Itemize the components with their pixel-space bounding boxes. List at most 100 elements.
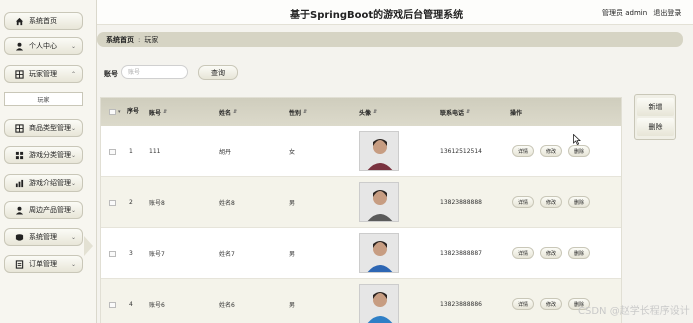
table-row: 4 账号6 姓名6 男 13823888886 详情 修改 删除	[101, 279, 621, 323]
top-header: 基于SpringBoot的游戏后台管理系统 管理员 admin 退出登录	[97, 0, 693, 25]
detail-button[interactable]: 详情	[512, 196, 534, 208]
sidebar-item-game-category[interactable]: 游戏分类管理 ⌄	[4, 146, 83, 164]
sidebar-item-profile[interactable]: 个人中心 ⌄	[4, 37, 83, 55]
cell-phone: 13823888888	[440, 199, 482, 206]
sidebar-item-label: 玩家管理	[29, 70, 57, 78]
sidebar-item-game-intro[interactable]: 游戏介绍管理 ⌄	[4, 174, 83, 192]
cell-name: 姓名8	[219, 200, 235, 207]
edit-button[interactable]: 修改	[540, 196, 562, 208]
header-name-label: 姓名	[219, 109, 232, 117]
grid-icon	[15, 123, 24, 133]
header-gender-label: 性别	[289, 109, 302, 117]
chevron-down-icon: ⌄	[70, 260, 76, 268]
cell-gender: 男	[289, 302, 296, 309]
header-account-label: 账号	[149, 109, 162, 117]
sidebar-item-product-type[interactable]: 商品类型管理 ⌄	[4, 119, 83, 137]
delete-button[interactable]: 删除	[568, 145, 590, 157]
cell-index: 1	[129, 148, 133, 155]
cell-gender: 男	[289, 251, 296, 258]
row-checkbox[interactable]	[109, 126, 116, 177]
chevron-down-icon: ⌄	[70, 42, 76, 50]
sidebar-item-label: 商品类型管理	[29, 124, 71, 132]
sort-icon: ⇵	[163, 109, 168, 115]
user-info: 管理员 admin 退出登录	[602, 8, 685, 18]
header-operation: 操作	[510, 109, 523, 117]
chevron-down-icon: ⌄	[70, 151, 76, 159]
sort-icon: ⇵	[303, 109, 308, 115]
header-gender[interactable]: 性别 ⇵	[289, 98, 307, 126]
sort-icon: ⇵	[373, 109, 378, 115]
sort-icon: ⇵	[233, 109, 238, 115]
action-panel: 新增 删除	[634, 94, 676, 140]
sidebar-item-label: 游戏分类管理	[29, 151, 71, 159]
avatar	[359, 182, 399, 222]
avatar	[359, 233, 399, 273]
chevron-down-icon: ⌄	[70, 179, 76, 187]
row-checkbox[interactable]	[109, 279, 116, 323]
search-button[interactable]: 查询	[198, 65, 238, 80]
edit-button[interactable]: 修改	[540, 298, 562, 310]
chevron-up-icon: ⌃	[70, 70, 76, 78]
detail-button[interactable]: 详情	[512, 247, 534, 259]
row-checkbox[interactable]	[109, 228, 116, 279]
header-name[interactable]: 姓名 ⇵	[219, 98, 237, 126]
home-icon	[15, 17, 24, 26]
user-icon	[15, 42, 24, 51]
sidebar: 系统首页 个人中心 ⌄ 玩家管理 ⌃ 玩家 商品类型管理 ⌄ 游戏分类管理 ⌄ …	[0, 0, 97, 323]
edit-button[interactable]: 修改	[540, 247, 562, 259]
avatar	[359, 131, 399, 171]
search-input[interactable]	[121, 65, 188, 79]
cell-phone: 13612512514	[440, 148, 482, 155]
header-avatar[interactable]: 头像 ⇵	[359, 98, 377, 126]
header-account[interactable]: 账号 ⇵	[149, 98, 167, 126]
sidebar-item-home[interactable]: 系统首页	[4, 12, 83, 30]
cell-account: 账号7	[149, 251, 165, 258]
watermark: CSDN @赵学长程序设计	[578, 306, 690, 317]
cell-name: 姓名6	[219, 302, 235, 309]
edit-button[interactable]: 修改	[540, 145, 562, 157]
table-header: ▾ 序号 账号 ⇵ 姓名 ⇵ 性别 ⇵ 头像 ⇵ 联系电话 ⇵ 操作	[101, 98, 621, 126]
cell-account: 账号8	[149, 200, 165, 207]
sidebar-item-label: 系统管理	[29, 233, 57, 241]
breadcrumb: 系统首页 : 玩家	[97, 32, 683, 47]
detail-button[interactable]: 详情	[512, 298, 534, 310]
cell-phone: 13823888886	[440, 301, 482, 308]
detail-button[interactable]: 详情	[512, 145, 534, 157]
user-icon	[15, 206, 24, 215]
mouse-cursor-icon	[573, 134, 581, 145]
sidebar-item-player[interactable]: 玩家管理 ⌃	[4, 65, 83, 83]
search-label: 账号	[104, 70, 118, 78]
breadcrumb-home[interactable]: 系统首页	[106, 35, 134, 45]
header-phone[interactable]: 联系电话 ⇵	[440, 98, 470, 126]
sidebar-item-peripheral[interactable]: 周边产品管理 ⌄	[4, 201, 83, 219]
sort-icon: ⇵	[466, 109, 471, 115]
sidebar-subitem-player[interactable]: 玩家	[4, 92, 83, 106]
delete-button[interactable]: 删除	[568, 247, 590, 259]
breadcrumb-separator: :	[138, 35, 141, 44]
sidebar-item-orders[interactable]: 订单管理 ⌄	[4, 255, 83, 273]
logout-link[interactable]: 退出登录	[653, 9, 681, 17]
cell-index: 3	[129, 250, 133, 257]
header-phone-label: 联系电话	[440, 109, 465, 117]
cell-name: 姓名7	[219, 251, 235, 258]
add-button[interactable]: 新增	[637, 98, 674, 116]
cell-name: 胡丹	[219, 149, 232, 156]
cell-gender: 女	[289, 149, 296, 156]
gear-icon	[15, 233, 24, 242]
table-row: 1 111 胡丹女 13612512514 详情 修改 删除	[101, 126, 621, 177]
breadcrumb-current: 玩家	[144, 35, 159, 44]
avatar	[359, 284, 399, 323]
sidebar-collapse-arrow[interactable]	[84, 236, 93, 256]
table-row: 3 账号7 姓名7 男 13823888887 详情 修改 删除	[101, 228, 621, 279]
header-avatar-label: 头像	[359, 109, 372, 117]
batch-delete-button[interactable]: 删除	[637, 118, 674, 136]
apps-icon	[15, 151, 24, 160]
chevron-down-icon: ⌄	[70, 124, 76, 132]
select-all-checkbox[interactable]: ▾	[109, 98, 121, 126]
row-checkbox[interactable]	[109, 177, 116, 228]
delete-button[interactable]: 删除	[568, 196, 590, 208]
cell-gender: 男	[289, 200, 296, 207]
sidebar-item-system[interactable]: 系统管理 ⌄	[4, 228, 83, 246]
sidebar-item-label: 游戏介绍管理	[29, 179, 71, 187]
chevron-down-icon: ⌄	[70, 206, 76, 214]
